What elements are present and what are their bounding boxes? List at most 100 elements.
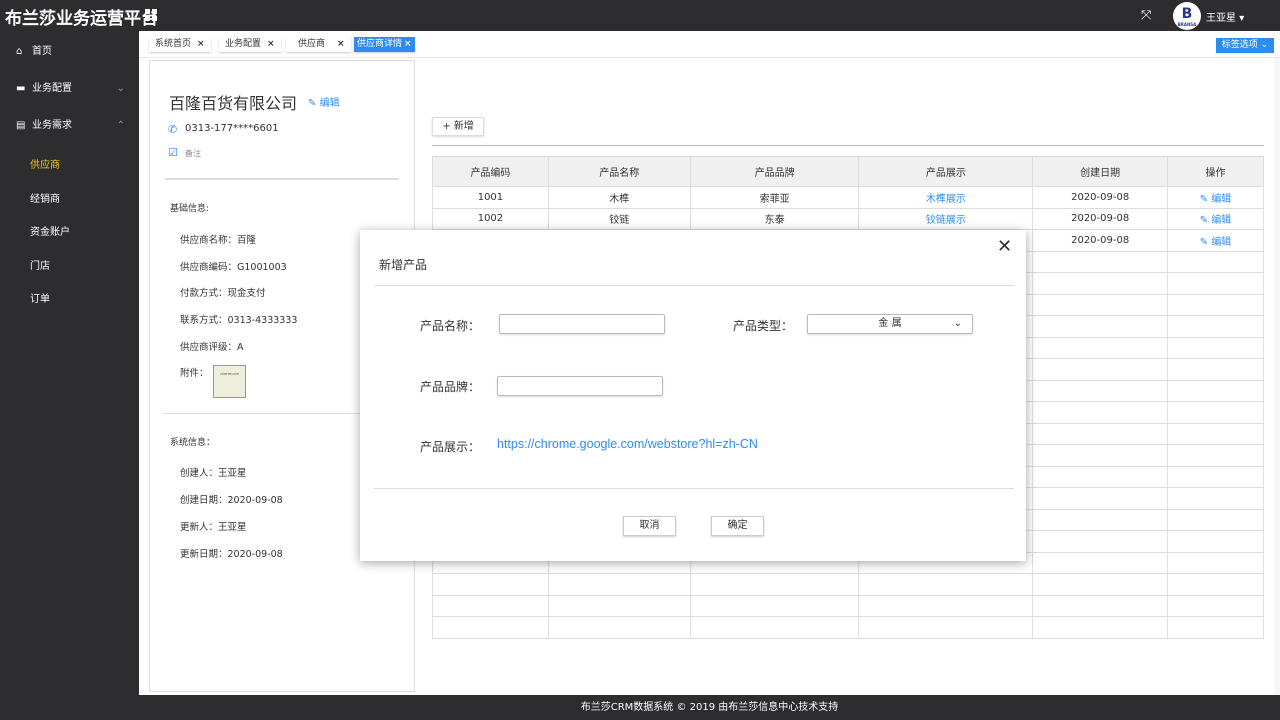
sidebar-sub-store[interactable]: 门店 (30, 257, 50, 272)
table-cell (1167, 487, 1264, 510)
table-cell (1032, 250, 1169, 273)
close-icon[interactable]: × (404, 39, 412, 49)
edit-product-link[interactable]: 编辑 (1211, 215, 1231, 226)
divider (165, 178, 399, 180)
system-info-title: 系统信息： (170, 438, 216, 448)
product-show-link[interactable]: https://chrome.google.com/webstore?hl=zh… (497, 437, 758, 451)
supplier-phone: 0313-177****6601 (185, 123, 279, 134)
user-menu[interactable]: 王亚星 ▾ (1206, 9, 1244, 24)
product-show-link[interactable]: 铰链展示 (926, 215, 966, 226)
close-icon[interactable]: × (267, 39, 275, 49)
close-icon[interactable]: × (197, 39, 205, 49)
table-cell (1032, 508, 1169, 531)
table-cell (1032, 272, 1169, 295)
sidebar-sub-dealer[interactable]: 经销商 (30, 190, 60, 205)
table-cell (1167, 293, 1264, 316)
product-show-link[interactable]: 木榫展示 (926, 194, 966, 205)
table-cell (1167, 465, 1264, 488)
edit-product-link[interactable]: 编辑 (1211, 194, 1231, 205)
product-name-input[interactable] (499, 314, 665, 334)
table-cell (547, 594, 691, 617)
sidebar-item-business-config[interactable]: ▬ 业务配置 ⌄ (0, 79, 139, 99)
table-cell (1167, 250, 1264, 273)
sidebar-item-home[interactable]: ⌂ 首页 (0, 42, 139, 62)
table-cell (1167, 530, 1264, 553)
confirm-button[interactable]: 确定 (711, 516, 764, 536)
chevron-up-icon: ⌃ (116, 120, 125, 131)
edit-product-link[interactable]: 编辑 (1211, 237, 1231, 248)
tag-options-label: 标签选项 (1221, 40, 1258, 50)
dialog-title: 新增产品 (379, 258, 428, 272)
edit-supplier-link[interactable]: ✎ 编辑 (308, 94, 340, 109)
cell-text: 2020-09-08 (1071, 213, 1130, 225)
edit-icon: ✎ (308, 98, 317, 109)
sidebar-sub-fund-account[interactable]: 资金账户 (30, 223, 70, 238)
table-cell (1167, 315, 1264, 338)
table-cell: 2020-09-08 (1032, 186, 1169, 209)
table-cell: 2020-09-08 (1032, 229, 1169, 252)
system-info-updated: 更新日期：2020-09-08 (180, 549, 283, 560)
table-cell (1167, 422, 1264, 445)
edit-icon: ✎ (1199, 236, 1212, 248)
table-cell (547, 616, 691, 639)
sidebar-item-business-needs[interactable]: ▤ 业务需求 ⌃ (0, 116, 139, 136)
col-show: 产品展示 (858, 156, 1034, 187)
sidebar-sub-supplier[interactable]: 供应商 (30, 156, 60, 171)
table-cell (1167, 594, 1264, 617)
app-title: 布兰莎业务运营平台 (5, 9, 158, 29)
note-link[interactable]: 备注 (185, 148, 201, 159)
close-icon[interactable]: ✕ (997, 236, 1012, 257)
cell-text: 木榫 (609, 193, 630, 205)
col-code: 产品编码 (432, 156, 549, 187)
add-product-button[interactable]: + 新增 (432, 117, 484, 136)
divider (163, 413, 373, 414)
table-cell (1167, 444, 1264, 467)
phone-icon: ✆ (168, 123, 178, 136)
type-value: 金 属 (878, 318, 902, 329)
divider (374, 285, 1014, 286)
col-action: 操作 (1167, 156, 1264, 187)
table-cell: 索菲亚 (689, 186, 860, 209)
table-cell (432, 594, 549, 617)
product-type-select[interactable]: 金 属 ⌄ (807, 314, 973, 334)
close-icon[interactable]: × (337, 39, 345, 49)
tab-label: 系统首页 (155, 39, 192, 49)
basic-info-name: 供应商名称：百隆 (180, 235, 257, 246)
plus-icon: + (442, 121, 451, 132)
tag-options-button[interactable]: 标签选项 ⌄ (1216, 38, 1274, 53)
table-row: 1002 铰链 东泰 铰链展示 2020-09-08 ✎ 编辑 (432, 207, 1264, 230)
table-cell (689, 616, 860, 639)
cancel-button[interactable]: 取消 (623, 516, 676, 536)
product-brand-input[interactable] (497, 376, 663, 396)
table-cell (1167, 401, 1264, 424)
tab-supplier[interactable]: 供应商 × (286, 37, 351, 52)
supplier-name: 百隆百货有限公司 (169, 94, 298, 113)
note-icon[interactable]: ☑ (168, 146, 178, 159)
tab-supplier-detail[interactable]: 供应商详情 × (354, 37, 415, 52)
certificate-thumbnail[interactable]: CERTIFICATE (213, 365, 246, 398)
cell-text: 东泰 (764, 215, 785, 227)
table-cell (547, 573, 691, 596)
table-cell (1032, 487, 1169, 510)
tab-label: 供应商详情 (357, 39, 403, 49)
add-label: 新增 (453, 121, 474, 132)
col-name: 产品名称 (547, 156, 691, 187)
chevron-down-icon: ⌄ (116, 83, 125, 94)
footer: 布兰莎CRM数据系统 © 2019 由布兰莎信息中心技术支持 (139, 695, 1280, 720)
show-label: 产品展示： (420, 440, 481, 454)
tab-home[interactable]: 系统首页 × (149, 37, 211, 52)
table-cell (1167, 358, 1264, 381)
tab-business-config[interactable]: 业务配置 × (219, 37, 281, 52)
sidebar-sub-order[interactable]: 订单 (30, 290, 50, 305)
fullscreen-icon[interactable]: ⤧ (1141, 8, 1151, 23)
table-cell (689, 573, 860, 596)
scrollbar[interactable] (1274, 58, 1280, 695)
grid-menu-icon[interactable] (145, 9, 157, 21)
cell-text: 2020-09-08 (1071, 234, 1130, 246)
briefcase-icon: ▬ (16, 83, 26, 94)
cell-text: 2020-09-08 (1071, 191, 1130, 203)
home-icon: ⌂ (16, 46, 23, 57)
table-cell (1032, 465, 1169, 488)
avatar[interactable]: B BRANSA (1173, 2, 1201, 30)
add-product-dialog: 新增产品 ✕ 产品名称： 产品类型： 金 属 ⌄ 产品品牌： 产品展示： http… (360, 230, 1026, 561)
